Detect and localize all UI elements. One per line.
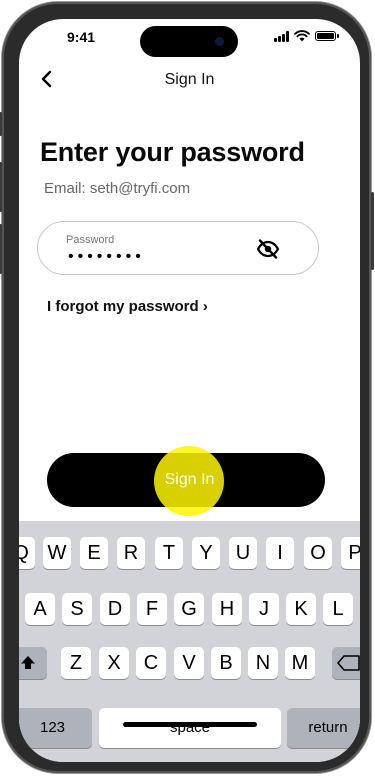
status-icons: [274, 30, 339, 42]
phone-frame: 9:41 Sign In Enter your password Email: …: [0, 2, 374, 773]
key-d[interactable]: D: [100, 593, 130, 625]
status-bar: 9:41: [19, 19, 360, 59]
space-key[interactable]: space: [99, 708, 281, 748]
dynamic-island: [140, 26, 238, 57]
key-f[interactable]: F: [137, 593, 167, 625]
password-field[interactable]: Password ••••••••: [37, 221, 319, 275]
nav-bar: Sign In: [19, 65, 360, 95]
page-title: Enter your password: [40, 137, 305, 167]
key-j[interactable]: J: [249, 593, 279, 625]
volume-down-button: [0, 224, 2, 274]
key-y[interactable]: Y: [192, 537, 220, 569]
key-p[interactable]: P: [341, 537, 360, 569]
key-c[interactable]: C: [136, 647, 166, 679]
return-key[interactable]: return: [287, 708, 360, 748]
shift-key[interactable]: [19, 647, 47, 679]
mute-switch: [0, 112, 2, 136]
backspace-icon: [337, 655, 360, 671]
key-m[interactable]: M: [285, 647, 315, 679]
status-time: 9:41: [67, 29, 96, 45]
shift-icon: [21, 656, 35, 669]
numbers-key[interactable]: 123: [19, 708, 92, 748]
key-e[interactable]: E: [80, 537, 108, 569]
key-k[interactable]: K: [286, 593, 316, 625]
key-g[interactable]: G: [174, 593, 204, 625]
delete-key[interactable]: [332, 647, 360, 679]
key-r[interactable]: R: [117, 537, 145, 569]
password-value: ••••••••: [68, 248, 145, 265]
key-x[interactable]: X: [99, 647, 129, 679]
key-i[interactable]: I: [266, 537, 294, 569]
camera-icon: [215, 37, 224, 46]
key-v[interactable]: V: [174, 647, 204, 679]
key-o[interactable]: O: [304, 537, 332, 569]
forgot-password-link[interactable]: I forgot my password ›: [47, 298, 208, 315]
key-l[interactable]: L: [323, 593, 353, 625]
key-z[interactable]: Z: [61, 647, 91, 679]
key-s[interactable]: S: [62, 593, 92, 625]
wifi-icon: [294, 30, 310, 42]
key-w[interactable]: W: [43, 537, 71, 569]
signal-icon: [274, 30, 289, 42]
eye-slash-icon[interactable]: [256, 238, 280, 260]
key-t[interactable]: T: [155, 537, 183, 569]
key-u[interactable]: U: [229, 537, 257, 569]
key-a[interactable]: A: [25, 593, 55, 625]
key-q[interactable]: Q: [19, 537, 35, 569]
key-b[interactable]: B: [211, 647, 241, 679]
nav-title: Sign In: [164, 71, 215, 88]
volume-up-button: [0, 162, 2, 212]
key-n[interactable]: N: [248, 647, 278, 679]
power-button: [371, 192, 374, 270]
home-indicator: [123, 722, 257, 727]
sign-in-button-label: Sign In: [164, 471, 215, 488]
password-label: Password: [66, 234, 115, 246]
key-h[interactable]: H: [212, 593, 242, 625]
battery-icon: [315, 31, 339, 41]
screen: 9:41 Sign In Enter your password Email: …: [19, 19, 360, 762]
email-line: Email: seth@tryfi.com: [44, 180, 191, 197]
